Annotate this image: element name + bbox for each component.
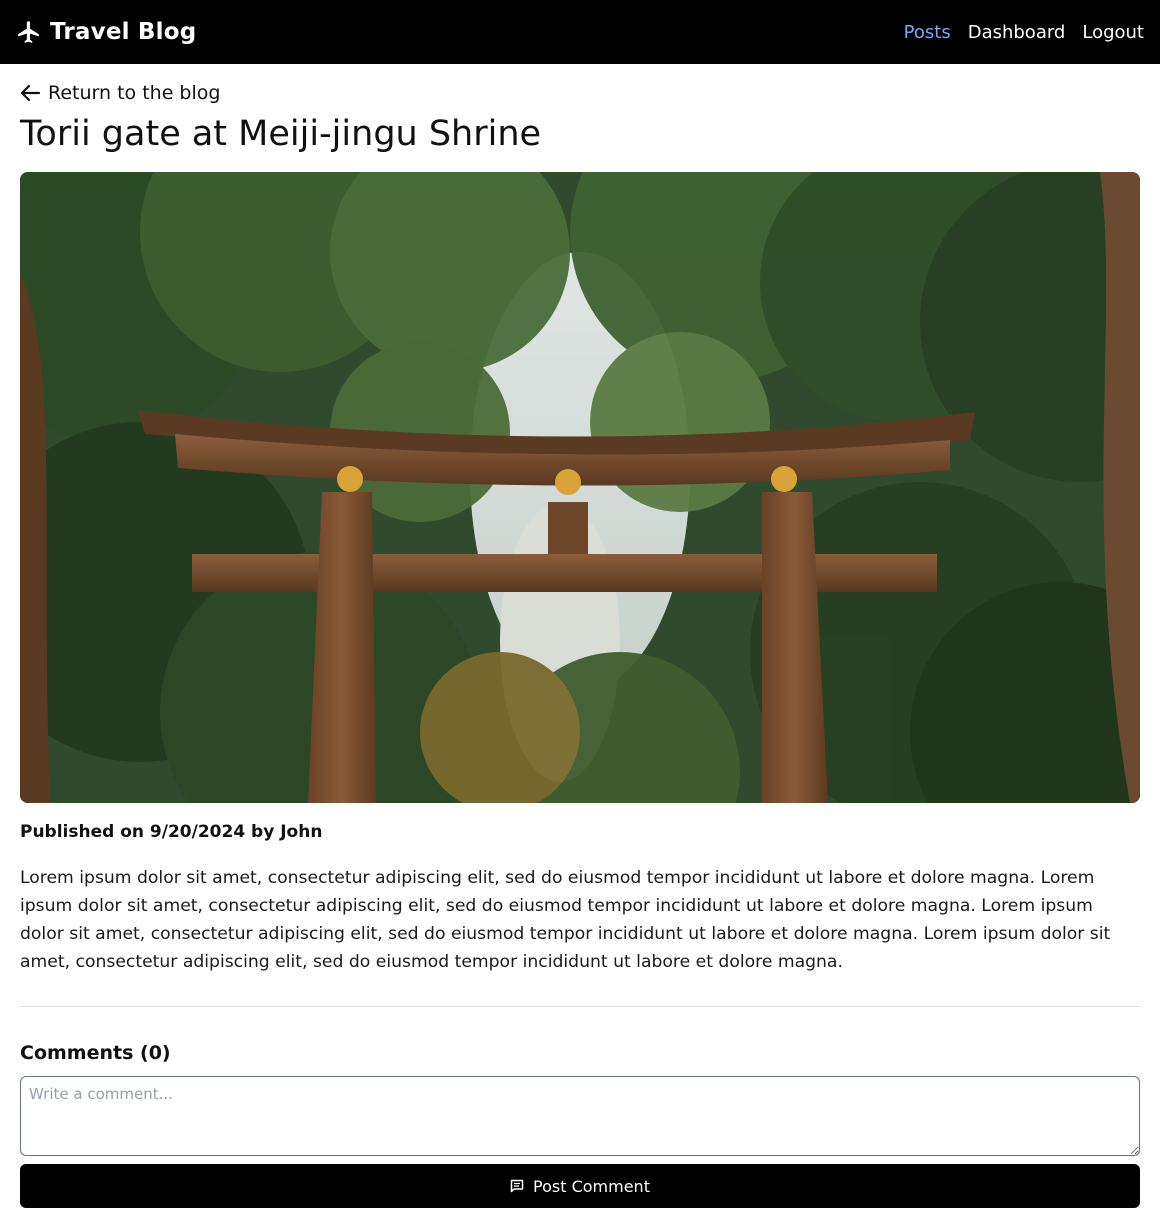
comments-heading: Comments (0): [20, 1042, 171, 1064]
nav-link-dashboard[interactable]: Dashboard: [968, 22, 1066, 43]
top-navbar: Travel Blog Posts Dashboard Logout: [0, 0, 1160, 64]
torii-gate-photo: [20, 172, 1140, 803]
brand-title: Travel Blog: [50, 19, 197, 45]
nav-link-posts[interactable]: Posts: [904, 22, 951, 43]
comment-input[interactable]: [20, 1076, 1140, 1156]
post-comment-label: Post Comment: [533, 1176, 650, 1196]
return-to-blog-label: Return to the blog: [48, 82, 221, 104]
post-title: Torii gate at Meiji-jingu Shrine: [20, 114, 542, 154]
section-divider: [20, 1006, 1140, 1007]
airplane-icon: [18, 21, 39, 43]
return-to-blog-link[interactable]: Return to the blog: [20, 82, 220, 104]
post-meta: Published on 9/20/2024 by John: [20, 822, 323, 842]
post-hero-image: [20, 172, 1140, 803]
nav-link-logout[interactable]: Logout: [1082, 22, 1144, 43]
post-comment-button[interactable]: Post Comment: [20, 1164, 1140, 1208]
arrow-left-icon: [20, 84, 40, 102]
brand-link[interactable]: Travel Blog: [16, 19, 196, 45]
nav-links: Posts Dashboard Logout: [904, 22, 1144, 43]
post-body: Lorem ipsum dolor sit amet, consectetur …: [20, 868, 1111, 972]
comment-icon: [510, 1179, 524, 1193]
